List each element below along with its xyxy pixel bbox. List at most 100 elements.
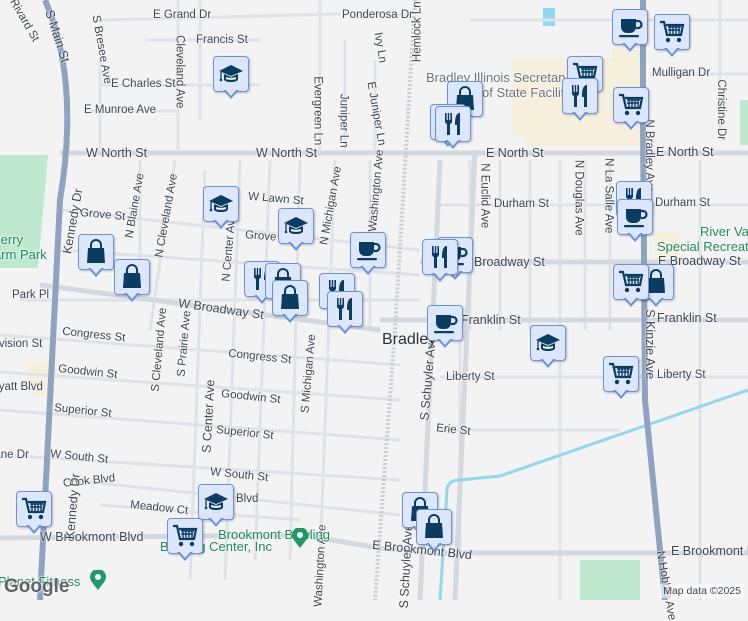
street-label: W Brookmont Blvd bbox=[40, 530, 144, 544]
marker-school[interactable] bbox=[213, 56, 249, 100]
street-label: Liberty St bbox=[446, 371, 495, 383]
street-label: Evergreen Ln bbox=[311, 76, 324, 146]
coffee-icon bbox=[616, 13, 644, 41]
marker-school[interactable] bbox=[203, 186, 239, 230]
marker-pointer bbox=[337, 324, 353, 334]
coffee-icon bbox=[621, 203, 649, 231]
marker-pointer bbox=[627, 232, 643, 242]
street-label: Wyatt Blvd bbox=[0, 381, 43, 393]
marker-pointer bbox=[223, 89, 239, 99]
marker-box bbox=[435, 106, 471, 142]
marker-restaurant[interactable] bbox=[562, 78, 598, 122]
marker-box bbox=[530, 325, 566, 361]
marker-pointer bbox=[426, 542, 442, 552]
marker-cart[interactable] bbox=[603, 356, 639, 400]
marker-pointer bbox=[445, 139, 461, 149]
marker-restaurant[interactable] bbox=[435, 106, 471, 150]
cart-icon bbox=[171, 522, 199, 550]
restaurant-icon bbox=[566, 82, 594, 110]
marker-coffee[interactable] bbox=[350, 232, 386, 276]
marker-restaurant[interactable] bbox=[327, 291, 363, 335]
marker-school[interactable] bbox=[278, 208, 314, 252]
marker-pointer bbox=[360, 265, 376, 275]
street-label: E Charles St bbox=[111, 78, 176, 90]
marker-cart[interactable] bbox=[613, 264, 649, 308]
marker-box bbox=[167, 518, 203, 554]
street-label: Division St bbox=[0, 338, 43, 350]
marker-pointer bbox=[648, 297, 664, 307]
park-label: River Valley bbox=[700, 224, 748, 239]
marker-cart[interactable] bbox=[613, 87, 649, 131]
marker-pointer bbox=[213, 219, 229, 229]
street-label: Franklin St bbox=[461, 313, 521, 327]
street-label: S Kinzie Ave bbox=[643, 309, 658, 380]
pond bbox=[543, 8, 555, 26]
marker-box bbox=[427, 305, 463, 341]
street-label: W North St bbox=[86, 146, 148, 160]
marker-cart[interactable] bbox=[16, 491, 52, 535]
cart-icon bbox=[607, 360, 635, 388]
street-label: Park Pl bbox=[12, 289, 50, 301]
street-label: Mulligan Dr bbox=[652, 67, 711, 79]
marker-pointer bbox=[282, 313, 298, 323]
marker-pointer bbox=[437, 338, 453, 348]
marker-box bbox=[114, 259, 150, 295]
marker-cart[interactable] bbox=[654, 14, 690, 58]
marker-pointer bbox=[124, 292, 140, 302]
marker-box bbox=[617, 199, 653, 235]
marker-box bbox=[416, 509, 452, 545]
marker-coffee[interactable] bbox=[427, 305, 463, 349]
marker-box bbox=[350, 232, 386, 268]
marker-box bbox=[278, 208, 314, 244]
shopping-icon bbox=[420, 513, 448, 541]
bowling-pin-icon[interactable] bbox=[292, 528, 308, 548]
marker-restaurant[interactable] bbox=[422, 239, 458, 283]
marker-box bbox=[613, 264, 649, 300]
school-icon bbox=[534, 329, 562, 357]
marker-pointer bbox=[208, 517, 224, 527]
street-label: Durham St bbox=[655, 197, 710, 209]
marker-box bbox=[272, 280, 308, 316]
marker-pointer bbox=[572, 111, 588, 121]
marker-coffee[interactable] bbox=[617, 199, 653, 243]
fitness-pin-icon[interactable] bbox=[90, 570, 106, 590]
marker-box bbox=[327, 291, 363, 327]
marker-shopping[interactable] bbox=[78, 234, 114, 278]
school-icon bbox=[217, 60, 245, 88]
marker-cart[interactable] bbox=[167, 518, 203, 562]
map-attribution[interactable]: Map data ©2025 bbox=[660, 584, 744, 598]
street-label: E North St bbox=[656, 145, 714, 159]
street-label: Cleveland Ave bbox=[173, 35, 186, 109]
restaurant-icon bbox=[331, 295, 359, 323]
marker-pointer bbox=[540, 358, 556, 368]
marker-coffee[interactable] bbox=[612, 9, 648, 53]
marker-school[interactable] bbox=[198, 484, 234, 528]
street-label: Franklin St bbox=[657, 311, 717, 325]
marker-box bbox=[612, 9, 648, 45]
cart-icon bbox=[617, 268, 645, 296]
shopping-icon bbox=[276, 284, 304, 312]
marker-pointer bbox=[88, 267, 104, 277]
street-label: E North St bbox=[486, 146, 544, 160]
shopping-icon bbox=[82, 238, 110, 266]
marker-shopping[interactable] bbox=[272, 280, 308, 324]
street-label: Durham St bbox=[494, 198, 549, 210]
street-label: E Brookmont Blvd bbox=[671, 544, 748, 558]
park-label: Special Recreation bbox=[657, 239, 748, 254]
marker-pointer bbox=[432, 272, 448, 282]
marker-pointer bbox=[623, 120, 639, 130]
shopping-icon bbox=[118, 263, 146, 291]
google-logo: Google bbox=[4, 576, 70, 597]
marker-pointer bbox=[613, 389, 629, 399]
marker-pointer bbox=[288, 241, 304, 251]
marker-shopping[interactable] bbox=[416, 509, 452, 553]
marker-shopping[interactable] bbox=[114, 259, 150, 303]
street-label: Hemlock Ln bbox=[411, 1, 424, 63]
marker-box bbox=[213, 56, 249, 92]
school-icon bbox=[282, 212, 310, 240]
marker-pointer bbox=[26, 524, 42, 534]
marker-box bbox=[422, 239, 458, 275]
marker-box bbox=[613, 87, 649, 123]
street-label: W North St bbox=[256, 146, 318, 160]
marker-school[interactable] bbox=[530, 325, 566, 369]
